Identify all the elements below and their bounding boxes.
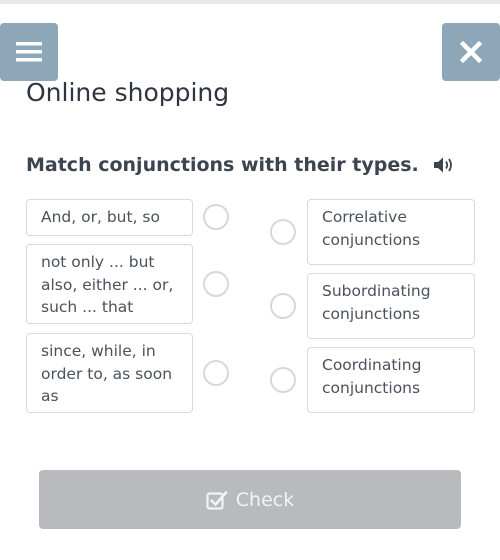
right-radio-2[interactable] xyxy=(270,293,296,319)
right-radio-1[interactable] xyxy=(270,219,296,245)
close-button[interactable] xyxy=(442,23,500,81)
menu-button[interactable] xyxy=(0,23,58,81)
left-radio-3[interactable] xyxy=(203,360,229,386)
page-title: Online shopping xyxy=(26,78,230,107)
task-title: Match conjunctions with their types. xyxy=(26,154,419,176)
close-x-icon xyxy=(460,41,482,63)
right-item-1[interactable]: Correlative conjunctions xyxy=(307,199,475,265)
left-radio-2[interactable] xyxy=(203,271,229,297)
task-header: Match conjunctions with their types. xyxy=(26,153,455,177)
check-label: Check xyxy=(235,488,295,511)
check-button[interactable]: Check xyxy=(39,470,461,529)
checkbox-icon xyxy=(206,490,228,510)
hamburger-menu-icon xyxy=(16,42,42,62)
left-item-1[interactable]: And, or, but, so xyxy=(26,199,193,236)
speaker-button[interactable] xyxy=(433,156,455,174)
left-item-3[interactable]: since, while, in order to, as soon as xyxy=(26,333,193,413)
right-item-3[interactable]: Coordinating conjunctions xyxy=(307,347,475,413)
left-radio-1[interactable] xyxy=(203,204,229,230)
right-item-2[interactable]: Subordinating conjunctions xyxy=(307,273,475,339)
left-item-2[interactable]: not only ... but also, either ... or, su… xyxy=(26,244,193,324)
top-band xyxy=(0,0,500,4)
right-radio-3[interactable] xyxy=(270,367,296,393)
speaker-icon xyxy=(433,157,452,173)
